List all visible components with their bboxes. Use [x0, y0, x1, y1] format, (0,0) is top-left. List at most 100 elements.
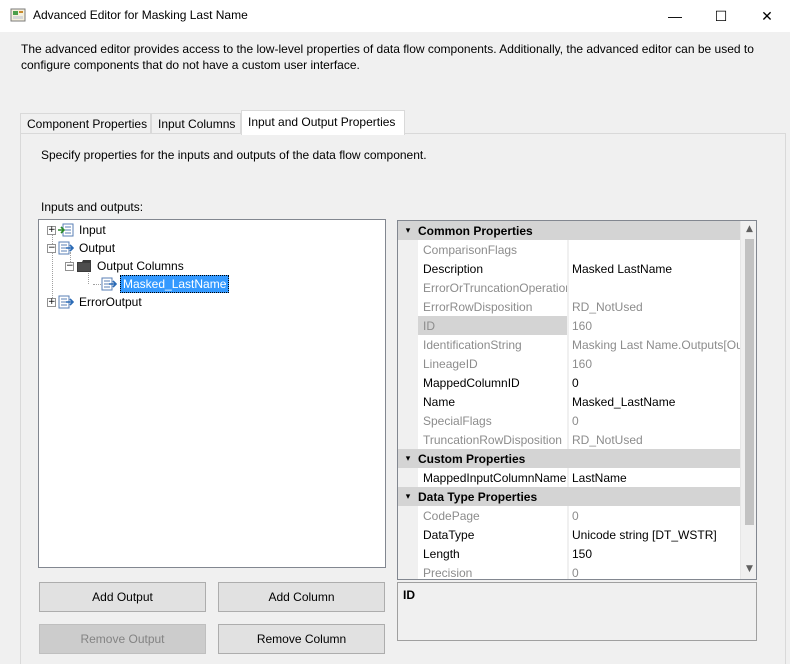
- panel-description: Specify properties for the inputs and ou…: [41, 148, 427, 162]
- tab-input-columns[interactable]: Input Columns: [151, 113, 241, 134]
- property-value[interactable]: 0: [569, 373, 740, 392]
- scroll-down-icon[interactable]: ▼: [741, 561, 756, 578]
- property-name: CodePage: [418, 506, 568, 525]
- property-value[interactable]: Masking Last Name.Outputs[Ou: [569, 335, 740, 354]
- collapse-category-icon[interactable]: ▾: [398, 454, 418, 464]
- inputs-outputs-label: Inputs and outputs:: [41, 200, 144, 214]
- app-icon: [10, 8, 26, 22]
- maximize-button[interactable]: ☐: [698, 0, 744, 32]
- property-description-title: ID: [403, 588, 415, 602]
- tree-node-label: Output: [79, 241, 116, 255]
- folder-icon: [77, 260, 91, 272]
- minimize-button[interactable]: —: [652, 0, 698, 32]
- property-row[interactable]: IdentificationString Masking Last Name.Ou…: [418, 335, 740, 354]
- property-row[interactable]: ErrorRowDisposition RD_NotUsed: [418, 297, 740, 316]
- remove-output-button[interactable]: Remove Output: [39, 624, 206, 654]
- expand-icon[interactable]: +: [47, 297, 56, 307]
- dialog-body: The advanced editor provides access to t…: [0, 32, 790, 664]
- property-row[interactable]: CodePage 0: [418, 506, 740, 525]
- property-name: ErrorOrTruncationOperation: [418, 278, 568, 297]
- property-name: ComparisonFlags: [418, 240, 568, 259]
- input-icon: [58, 223, 74, 237]
- property-name: Length: [418, 544, 568, 563]
- tab-input-output-properties[interactable]: Input and Output Properties: [241, 110, 405, 135]
- collapse-category-icon[interactable]: ▾: [398, 492, 418, 502]
- property-name: IdentificationString: [418, 335, 568, 354]
- expand-icon[interactable]: +: [47, 225, 56, 235]
- property-row[interactable]: MappedInputColumnName LastName: [418, 468, 740, 487]
- property-value[interactable]: 150: [569, 544, 740, 563]
- tree-node-output[interactable]: − Output: [47, 239, 117, 257]
- property-row[interactable]: LineageID 160: [418, 354, 740, 373]
- property-value[interactable]: LastName: [569, 468, 740, 487]
- property-row[interactable]: DataType Unicode string [DT_WSTR]: [418, 525, 740, 544]
- inputs-outputs-tree[interactable]: + Input − Output − Output Columns Masked…: [38, 219, 386, 568]
- property-description-box: ID: [397, 582, 757, 641]
- property-value[interactable]: 160: [569, 354, 740, 373]
- minimize-icon: —: [668, 8, 682, 24]
- property-name: LineageID: [418, 354, 568, 373]
- column-icon: [101, 277, 117, 291]
- close-icon: ✕: [761, 7, 773, 24]
- close-button[interactable]: ✕: [744, 0, 790, 32]
- property-name: MappedInputColumnName: [418, 468, 568, 487]
- property-value[interactable]: [569, 278, 740, 297]
- property-row-selected[interactable]: ID 160: [418, 316, 740, 335]
- output-icon: [58, 295, 74, 309]
- add-column-button[interactable]: Add Column: [218, 582, 385, 612]
- property-name: TruncationRowDisposition: [418, 430, 568, 449]
- property-row[interactable]: Precision 0: [418, 563, 740, 579]
- tab-component-properties[interactable]: Component Properties: [20, 113, 151, 134]
- tree-node-masked-lastname[interactable]: Masked_LastName: [101, 275, 230, 293]
- property-row[interactable]: Name Masked_LastName: [418, 392, 740, 411]
- property-value[interactable]: RD_NotUsed: [569, 297, 740, 316]
- property-name: Precision: [418, 563, 568, 579]
- category-custom-properties[interactable]: ▾ Custom Properties: [398, 449, 740, 468]
- tree-node-label: Input: [79, 223, 106, 237]
- property-row[interactable]: Description Masked LastName: [418, 259, 740, 278]
- category-data-type-properties[interactable]: ▾ Data Type Properties: [398, 487, 740, 506]
- output-icon: [58, 241, 74, 255]
- property-value[interactable]: [569, 240, 740, 259]
- property-name: ID: [418, 316, 568, 335]
- property-grid-scrollbar[interactable]: ▲ ▼: [740, 221, 756, 579]
- property-row[interactable]: MappedColumnID 0: [418, 373, 740, 392]
- property-name: ErrorRowDisposition: [418, 297, 568, 316]
- property-name: DataType: [418, 525, 568, 544]
- remove-column-button[interactable]: Remove Column: [218, 624, 385, 654]
- category-label: Data Type Properties: [418, 489, 538, 504]
- property-value[interactable]: 0: [569, 506, 740, 525]
- window-title: Advanced Editor for Masking Last Name: [33, 8, 248, 22]
- title-bar: Advanced Editor for Masking Last Name — …: [0, 0, 790, 32]
- collapse-icon[interactable]: −: [47, 243, 56, 253]
- tree-node-output-columns[interactable]: − Output Columns: [65, 257, 186, 275]
- category-label: Common Properties: [418, 223, 533, 238]
- property-row[interactable]: Length 150: [418, 544, 740, 563]
- property-value[interactable]: 0: [569, 411, 740, 430]
- editor-description: The advanced editor provides access to t…: [21, 42, 754, 72]
- add-output-button[interactable]: Add Output: [39, 582, 206, 612]
- property-value[interactable]: 0: [569, 563, 740, 579]
- property-value[interactable]: 160: [569, 316, 740, 335]
- tab-panel: Specify properties for the inputs and ou…: [20, 133, 786, 664]
- tree-node-input[interactable]: + Input: [47, 221, 108, 239]
- property-row[interactable]: ErrorOrTruncationOperation: [418, 278, 740, 297]
- collapse-category-icon[interactable]: ▾: [398, 226, 418, 236]
- category-common-properties[interactable]: ▾ Common Properties: [398, 221, 740, 240]
- scroll-up-icon[interactable]: ▲: [741, 221, 756, 238]
- property-row[interactable]: ComparisonFlags: [418, 240, 740, 259]
- property-value[interactable]: Unicode string [DT_WSTR]: [569, 525, 740, 544]
- category-label: Custom Properties: [418, 451, 526, 466]
- tree-node-label: Masked_LastName: [120, 275, 230, 293]
- collapse-icon[interactable]: −: [65, 261, 74, 271]
- property-name: MappedColumnID: [418, 373, 568, 392]
- property-name: SpecialFlags: [418, 411, 568, 430]
- property-row[interactable]: TruncationRowDisposition RD_NotUsed: [418, 430, 740, 449]
- property-value[interactable]: Masked_LastName: [569, 392, 740, 411]
- tree-node-erroroutput[interactable]: + ErrorOutput: [47, 293, 144, 311]
- property-value[interactable]: RD_NotUsed: [569, 430, 740, 449]
- property-grid[interactable]: ▾ Common Properties ComparisonFlags Desc…: [397, 220, 757, 580]
- scroll-thumb[interactable]: [745, 239, 754, 525]
- property-value[interactable]: Masked LastName: [569, 259, 740, 278]
- property-row[interactable]: SpecialFlags 0: [418, 411, 740, 430]
